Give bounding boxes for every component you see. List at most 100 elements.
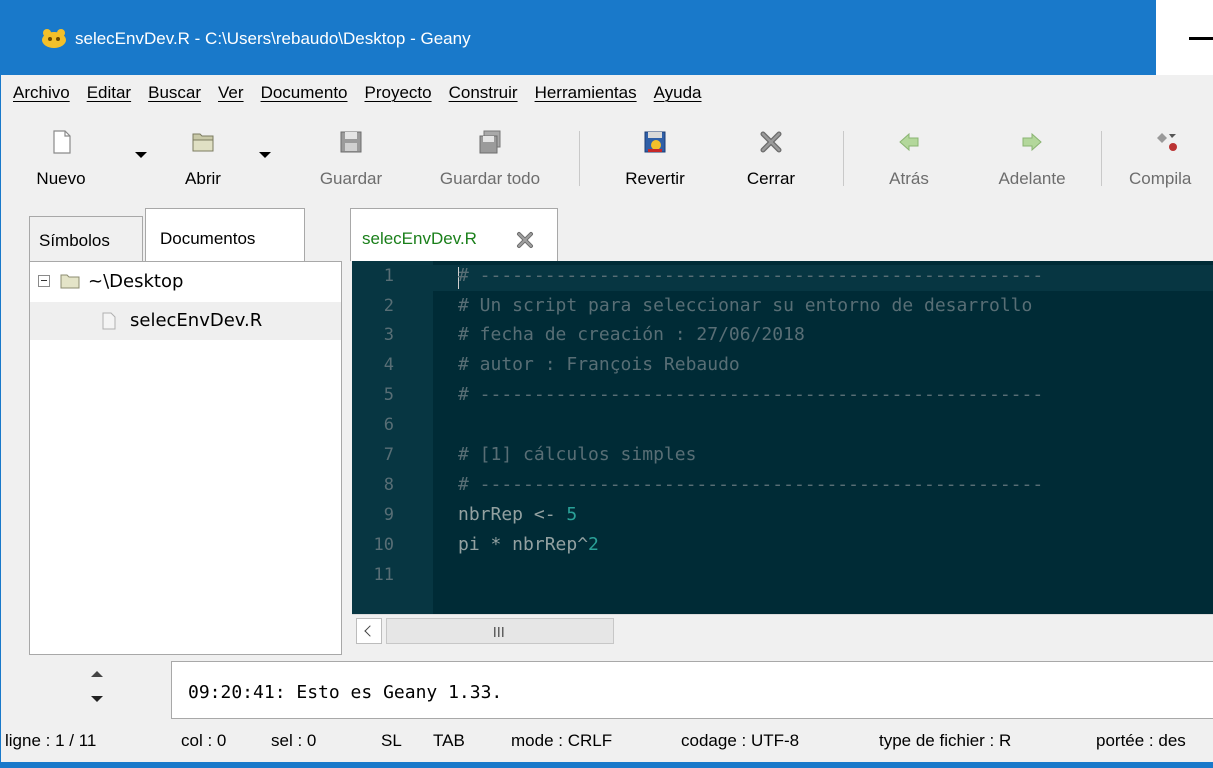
line-number: 9 xyxy=(383,505,394,525)
line-number: 4 xyxy=(383,355,394,375)
code-text: nbrRep <- xyxy=(458,504,567,525)
code-line: # --------------------------------------… xyxy=(458,474,1044,495)
grip-icon xyxy=(494,627,504,637)
line-number: 8 xyxy=(383,475,394,495)
close-button-label: Cerrar xyxy=(746,169,796,188)
forward-button[interactable]: Adelante xyxy=(977,111,1087,203)
compile-button-label: Compila xyxy=(1129,169,1192,188)
message-tab-scroller[interactable] xyxy=(29,657,171,721)
status-sel: sel : 0 xyxy=(271,731,317,750)
status-col: col : 0 xyxy=(181,731,227,750)
menu-bar: Archivo Editar Buscar Ver Documento Proy… xyxy=(1,75,1213,111)
line-number: 2 xyxy=(383,296,394,316)
file-label: selecEnvDev.R xyxy=(130,310,263,331)
code-editor[interactable]: 1 2 3 4 5 6 7 8 9 10 11 # --------------… xyxy=(352,261,1213,614)
status-sl: SL xyxy=(381,731,402,750)
menu-construir[interactable]: Construir xyxy=(449,83,518,103)
status-scope: portée : des xyxy=(1096,731,1186,750)
geany-app-icon xyxy=(42,29,66,48)
menu-proyecto[interactable]: Proyecto xyxy=(365,83,432,103)
save-all-button-label: Guardar todo xyxy=(439,169,541,188)
revert-button-label: Revertir xyxy=(625,169,685,188)
status-tab: TAB xyxy=(433,731,465,750)
status-bar: ligne : 1 / 11 col : 0 sel : 0 SL TAB mo… xyxy=(1,721,1213,768)
status-messages-panel: 09:20:41: Esto es Geany 1.33. xyxy=(171,661,1213,719)
editor-tab-bar: selecEnvDev.R xyxy=(342,203,1213,261)
editor-tab-label: selecEnvDev.R xyxy=(362,229,477,248)
code-line: # --------------------------------------… xyxy=(458,265,1044,286)
back-button[interactable]: Atrás xyxy=(869,111,949,203)
code-line: # autor : François Rebaudo xyxy=(458,354,740,375)
editor-tab-selecenvdev[interactable]: selecEnvDev.R xyxy=(350,208,558,261)
compile-icon xyxy=(1157,133,1177,151)
open-folder-icon xyxy=(192,133,214,152)
line-number: 5 xyxy=(383,385,394,405)
tree-file-row[interactable]: selecEnvDev.R xyxy=(30,302,341,340)
horizontal-scrollbar[interactable] xyxy=(352,614,1213,646)
code-line: # fecha de creación : 27/06/2018 xyxy=(458,324,805,345)
title-bar-background: selecEnvDev.R - C:\Users\rebaudo\Desktop… xyxy=(1,0,1213,75)
menu-ver[interactable]: Ver xyxy=(218,83,244,103)
scroll-thumb[interactable] xyxy=(386,618,614,644)
documents-panel: ~\Desktop selecEnvDev.R xyxy=(29,261,342,655)
code-line: # Un script para seleccionar su entorno … xyxy=(458,295,1033,316)
menu-archivo[interactable]: Archivo xyxy=(13,83,70,103)
toolbar-separator xyxy=(1101,131,1102,186)
save-button[interactable]: Guardar xyxy=(303,111,399,203)
save-all-icon xyxy=(479,130,501,154)
new-file-icon xyxy=(53,130,71,154)
sidebar: Símbolos Documentos ~\Desktop selecEnvDe… xyxy=(1,203,342,657)
save-disk-icon xyxy=(340,131,362,153)
code-text: pi * nbrRep^ xyxy=(458,534,589,555)
menu-herramientas[interactable]: Herramientas xyxy=(535,83,637,103)
minimize-button[interactable] xyxy=(1156,0,1213,75)
open-dropdown-arrow[interactable] xyxy=(259,152,271,158)
file-icon xyxy=(102,312,116,330)
code-line: pi * nbrRep^2 xyxy=(458,534,599,555)
revert-icon xyxy=(644,131,666,153)
toolbar: Nuevo Abrir Guardar Guardar todo Reverti… xyxy=(1,111,1213,203)
menu-buscar[interactable]: Buscar xyxy=(148,83,201,103)
back-button-label: Atrás xyxy=(889,169,929,188)
close-x-icon xyxy=(760,131,782,153)
code-line: # --------------------------------------… xyxy=(458,384,1044,405)
open-button[interactable]: Abrir xyxy=(161,111,245,203)
message-window: 09:20:41: Esto es Geany 1.33. xyxy=(1,657,1213,721)
code-line: # [1] cálculos simples xyxy=(458,444,697,465)
close-button[interactable]: Cerrar xyxy=(725,111,817,203)
status-filetype: type de fichier : R xyxy=(879,731,1012,750)
save-button-label: Guardar xyxy=(319,169,383,188)
status-mode: mode : CRLF xyxy=(511,731,613,750)
minimize-icon xyxy=(1189,37,1213,40)
tab-documents[interactable]: Documentos xyxy=(145,208,305,262)
arrow-right-icon xyxy=(1022,132,1042,152)
revert-button[interactable]: Revertir xyxy=(597,111,713,203)
folder-label: ~\Desktop xyxy=(88,271,184,292)
arrow-down-icon[interactable] xyxy=(91,696,103,702)
status-encoding: codage : UTF-8 xyxy=(681,731,800,750)
code-number: 5 xyxy=(566,504,578,525)
title-bar: selecEnvDev.R - C:\Users\rebaudo\Desktop… xyxy=(1,0,1213,75)
code-line: nbrRep <- 5 xyxy=(458,504,577,525)
toolbar-separator xyxy=(579,131,580,186)
new-dropdown-arrow[interactable] xyxy=(135,152,147,158)
menu-documento[interactable]: Documento xyxy=(261,83,348,103)
window-title: selecEnvDev.R - C:\Users\rebaudo\Desktop… xyxy=(75,29,471,48)
compile-button[interactable]: Compila xyxy=(1121,111,1213,203)
tree-folder-desktop[interactable]: ~\Desktop xyxy=(30,263,341,301)
menu-editar[interactable]: Editar xyxy=(87,83,131,103)
tab-close-icon[interactable] xyxy=(516,231,534,249)
line-number: 3 xyxy=(383,325,394,345)
arrow-up-icon[interactable] xyxy=(91,671,103,677)
line-number: 6 xyxy=(383,415,394,435)
tab-symbols[interactable]: Símbolos xyxy=(29,216,143,261)
forward-button-label: Adelante xyxy=(998,169,1066,188)
line-number: 10 xyxy=(373,535,394,555)
save-all-button[interactable]: Guardar todo xyxy=(417,111,563,203)
scroll-left-button[interactable] xyxy=(356,618,382,644)
collapse-icon[interactable] xyxy=(38,275,50,287)
window-bottom-border xyxy=(1,762,1213,768)
menu-ayuda[interactable]: Ayuda xyxy=(654,83,702,103)
new-button[interactable]: Nuevo xyxy=(19,111,103,203)
arrow-left-icon xyxy=(899,132,919,152)
